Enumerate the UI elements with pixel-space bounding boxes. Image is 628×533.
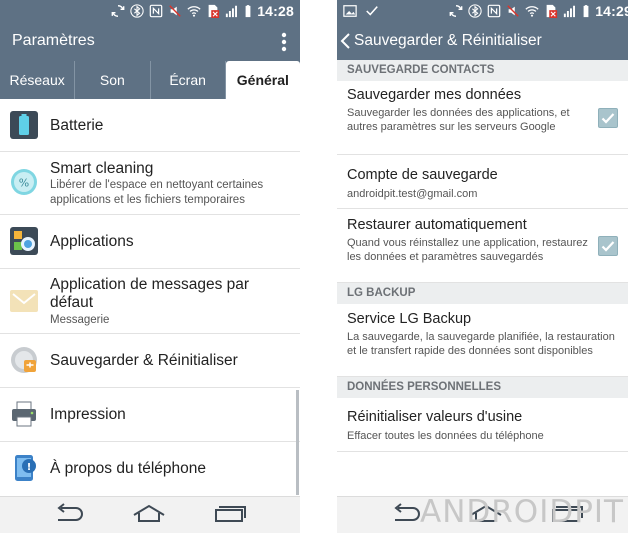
status-bar: 14:28	[0, 0, 300, 22]
tab-general[interactable]: Général	[225, 61, 300, 99]
printer-icon	[12, 401, 36, 427]
item-subtitle: Effacer toutes les données du téléphone	[347, 430, 544, 442]
gallery-notification-icon	[343, 5, 357, 17]
battery-status-icon	[245, 4, 251, 17]
settings-item-smart-cleaning[interactable]: % Smart cleaning Libérer de l'espace en …	[0, 152, 300, 215]
settings-item-about-phone[interactable]: ! À propos du téléphone	[0, 442, 300, 495]
status-bar: 14:29	[337, 0, 628, 22]
item-subtitle: Sauvegarder les données des applications…	[347, 107, 570, 133]
navigation-bar	[0, 496, 300, 533]
backup-reset-icon	[11, 347, 37, 373]
tab-reseaux[interactable]: Réseaux	[0, 61, 76, 99]
settings-item-applications[interactable]: Applications	[0, 215, 300, 269]
backup-data-checkbox[interactable]	[598, 108, 618, 128]
settings-item-title: À propos du téléphone	[50, 460, 206, 477]
backup-reset-screen: 14:29 Sauvegarder & Réinitialiser SAUVEG…	[337, 0, 628, 533]
up-navigation[interactable]: Sauvegarder & Réinitialiser	[337, 22, 542, 60]
backup-my-data-item[interactable]: Sauvegarder mes données Sauvegarder les …	[337, 81, 628, 155]
settings-item-title: Smart cleaning	[50, 160, 154, 177]
item-subtitle: Quand vous réinstallez une application, …	[347, 237, 588, 263]
checkmark-icon	[601, 113, 615, 124]
messages-icon	[10, 290, 38, 312]
settings-item-subtitle: Libérer de l'espace en nettoyant certain…	[50, 179, 264, 206]
battery-status-icon	[583, 4, 589, 17]
status-clock: 14:28	[257, 3, 294, 19]
wifi-icon	[525, 6, 539, 17]
navigation-bar: ANDROIDPIT	[337, 494, 628, 533]
settings-item-impression[interactable]: Impression	[0, 388, 300, 442]
auto-restore-item[interactable]: Restaurer automatiquement Quand vous réi…	[337, 209, 628, 283]
app-bar: Sauvegarder & Réinitialiser	[337, 22, 628, 60]
back-nav-icon[interactable]	[52, 503, 86, 525]
item-subtitle: androidpit.test@gmail.com	[347, 188, 478, 200]
scrollbar[interactable]	[296, 390, 299, 495]
auto-restore-checkbox[interactable]	[598, 236, 618, 256]
item-title: Service LG Backup	[347, 311, 472, 327]
tab-ecran[interactable]: Écran	[151, 61, 226, 99]
lg-backup-service-item[interactable]: Service LG Backup La sauvegarde, la sauv…	[337, 304, 628, 377]
settings-item-title: Impression	[50, 406, 126, 423]
home-nav-icon[interactable]	[132, 503, 166, 525]
status-clock: 14:29	[595, 3, 628, 19]
mute-icon	[507, 5, 519, 17]
tab-son[interactable]: Son	[75, 61, 151, 99]
settings-item-backup-reset[interactable]: Sauvegarder & Réinitialiser	[0, 334, 300, 388]
settings-item-title: Sauvegarder & Réinitialiser	[50, 352, 238, 369]
section-header-personal-data: DONNÉES PERSONNELLES	[337, 377, 628, 398]
nfc-icon	[487, 4, 501, 18]
applications-icon	[10, 227, 38, 255]
settings-item-batterie[interactable]: Batterie	[0, 99, 300, 152]
settings-item-title: Applications	[50, 233, 134, 250]
nfc-icon	[149, 4, 163, 18]
settings-item-title: Batterie	[50, 117, 104, 134]
item-title: Sauvegarder mes données	[347, 87, 522, 103]
wifi-icon	[187, 6, 201, 17]
settings-item-default-messages[interactable]: Application de messages par défaut Messa…	[0, 269, 300, 334]
item-title: Restaurer automatiquement	[347, 217, 527, 233]
battery-icon	[10, 111, 38, 139]
factory-reset-item[interactable]: Réinitialiser valeurs d'usine Effacer to…	[337, 398, 628, 452]
app-bar: Paramètres	[0, 22, 300, 62]
page-title: Paramètres	[12, 32, 95, 49]
backup-account-item[interactable]: Compte de sauvegarde androidpit.test@gma…	[337, 155, 628, 209]
mute-icon	[169, 5, 181, 17]
back-arrow-icon[interactable]	[339, 32, 353, 50]
section-header-lg-backup: LG BACKUP	[337, 283, 628, 304]
back-nav-icon[interactable]	[389, 503, 423, 525]
bluetooth-icon	[468, 4, 482, 18]
androidpit-watermark: ANDROIDPIT	[420, 494, 624, 530]
section-header-contacts-backup: SAUVEGARDE CONTACTS	[337, 60, 628, 81]
no-sim-icon	[208, 4, 220, 18]
signal-icon	[226, 5, 238, 18]
check-notification-icon	[366, 6, 378, 16]
about-phone-icon: !	[15, 455, 36, 481]
no-sim-icon	[546, 4, 558, 18]
recent-apps-nav-icon[interactable]	[213, 503, 247, 525]
item-title: Compte de sauvegarde	[347, 167, 498, 183]
page-title: Sauvegarder & Réinitialiser	[354, 32, 542, 49]
svg-text:!: !	[27, 462, 32, 473]
svg-text:%: %	[19, 177, 29, 190]
overflow-menu-icon[interactable]	[280, 30, 288, 54]
sync-icon	[111, 5, 125, 17]
settings-screen: 14:28 Paramètres Réseaux Son Écran Génér…	[0, 0, 300, 533]
item-subtitle: La sauvegarde, la sauvegarde planifiée, …	[347, 331, 615, 357]
bluetooth-icon	[130, 4, 144, 18]
item-title: Réinitialiser valeurs d'usine	[347, 409, 523, 425]
settings-item-subtitle: Messagerie	[50, 314, 110, 326]
signal-icon	[564, 5, 576, 18]
tab-bar: Réseaux Son Écran Général	[0, 61, 300, 99]
smart-cleaning-icon: %	[11, 169, 37, 195]
sync-icon	[449, 5, 463, 17]
checkmark-icon	[601, 241, 615, 252]
settings-item-title: Application de messages par défaut	[50, 276, 250, 311]
